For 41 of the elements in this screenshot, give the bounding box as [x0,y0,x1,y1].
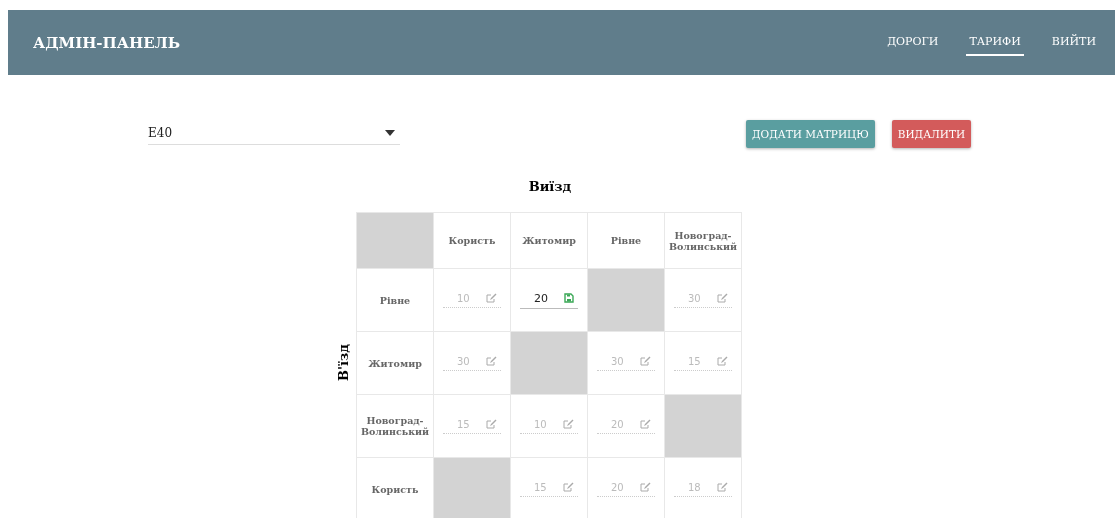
nav-link[interactable]: ТАРИФИ [966,29,1024,56]
row-header: Новоград-Волинський [360,415,430,437]
edit-icon[interactable] [717,293,728,303]
edit-icon[interactable] [563,419,574,429]
edit-icon[interactable] [640,419,651,429]
tariff-input[interactable]: 20 [597,418,655,434]
edit-icon[interactable] [717,482,728,492]
column-header: Житомир [522,235,576,246]
entry-axis-label: В'їзд [335,343,351,381]
caret-icon [385,129,395,136]
action-button[interactable]: ВИДАЛИТИ [891,120,972,148]
row-header: Рівне [379,294,411,306]
tariff-input[interactable]: 30 [674,292,732,308]
tariff-input[interactable]: 15 [674,355,732,371]
tariff-input[interactable]: 30 [597,355,655,371]
app-title: АДМІН-ПАНЕЛЬ [33,33,181,52]
edit-icon[interactable] [640,356,651,366]
row-header: Користь [371,483,419,495]
road-select[interactable]: E40 [148,123,400,145]
action-button[interactable]: ДОДАТИ МАТРИЦЮ [746,120,875,148]
tariff-input[interactable]: 10 [520,418,578,434]
edit-icon[interactable] [486,356,497,366]
tariff-input[interactable]: 30 [443,355,501,371]
edit-icon[interactable] [563,482,574,492]
edit-icon[interactable] [640,482,651,492]
edit-icon[interactable] [486,419,497,429]
tariff-input[interactable]: 15 [443,418,501,434]
exit-axis-label: Виїзд [527,179,573,194]
nav-link[interactable]: ДОРОГИ [884,29,942,56]
tariff-input[interactable]: 20 [597,481,655,497]
tariff-input[interactable]: 18 [674,481,732,497]
edit-icon[interactable] [486,293,497,303]
tariff-input[interactable]: 15 [520,481,578,497]
tariff-input[interactable]: 10 [443,292,501,308]
edit-icon[interactable] [717,356,728,366]
nav-link[interactable]: ВИЙТИ [1048,29,1099,56]
column-header: Користь [448,235,496,246]
column-header: Новоград-Волинський [668,229,738,252]
column-header: Рівне [610,235,642,246]
row-header: Житомир [368,357,422,369]
save-icon[interactable] [564,293,574,303]
